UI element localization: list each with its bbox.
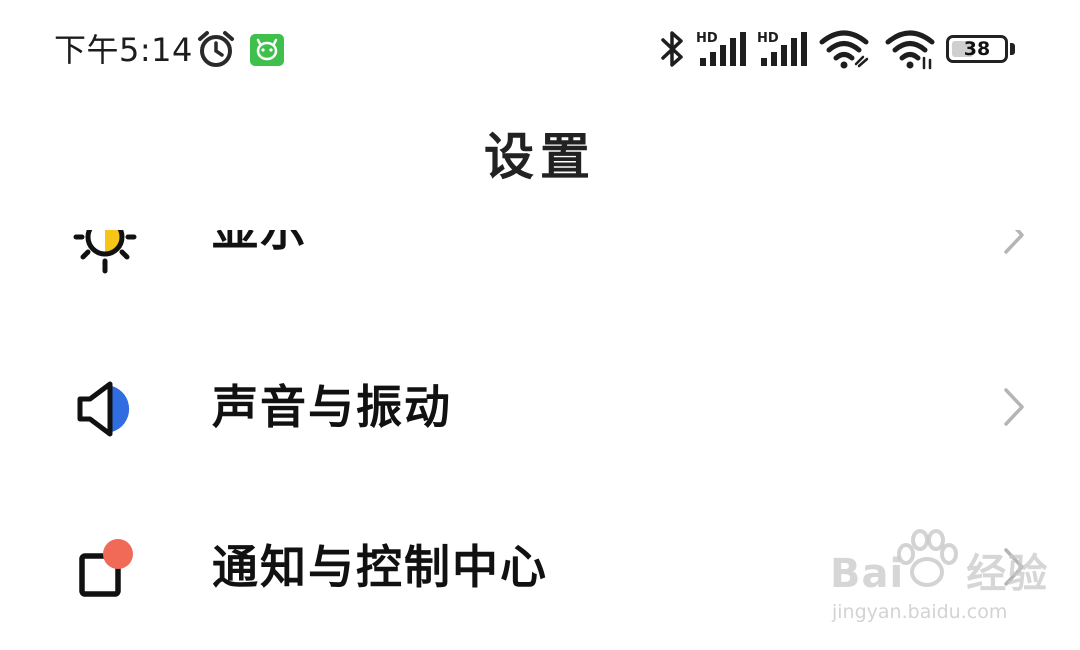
bluetooth-icon <box>661 31 683 67</box>
brightness-icon <box>73 230 137 274</box>
signal-1-label: HD <box>696 31 718 46</box>
settings-item-label: 显示 <box>212 230 308 259</box>
notification-icon <box>79 539 133 597</box>
app-notification-icon <box>250 34 284 66</box>
status-bar: 下午5:14 HD HD 38 <box>0 0 1080 100</box>
settings-item-label: 声音与振动 <box>212 380 452 434</box>
wifi-icon <box>885 30 935 70</box>
chevron-right-icon <box>1004 548 1024 586</box>
signal-2-label: HD <box>757 31 779 46</box>
settings-item-sound[interactable]: 声音与振动 <box>0 348 1080 468</box>
signal-hd-icon: HD <box>696 31 746 66</box>
settings-item-display[interactable]: 显示 <box>0 230 1080 305</box>
settings-item-label: 通知与控制中心 <box>212 540 548 594</box>
battery-percent: 38 <box>963 38 991 60</box>
alarm-clock-icon <box>198 31 234 67</box>
wifi-link-icon <box>819 30 869 69</box>
settings-list: 显示 声音与振动 通知与控制中心 <box>0 230 1080 650</box>
page-title: 设置 <box>484 128 596 186</box>
battery-icon: 38 <box>946 35 1008 63</box>
chevron-right-icon <box>1004 388 1024 426</box>
settings-item-notifications[interactable]: 通知与控制中心 <box>0 508 1080 628</box>
battery-cap <box>1010 43 1015 55</box>
chevron-right-icon <box>1004 230 1024 254</box>
status-time: 下午5:14 <box>54 31 193 69</box>
signal-hd-icon: HD <box>757 31 807 66</box>
speaker-icon <box>77 381 130 437</box>
